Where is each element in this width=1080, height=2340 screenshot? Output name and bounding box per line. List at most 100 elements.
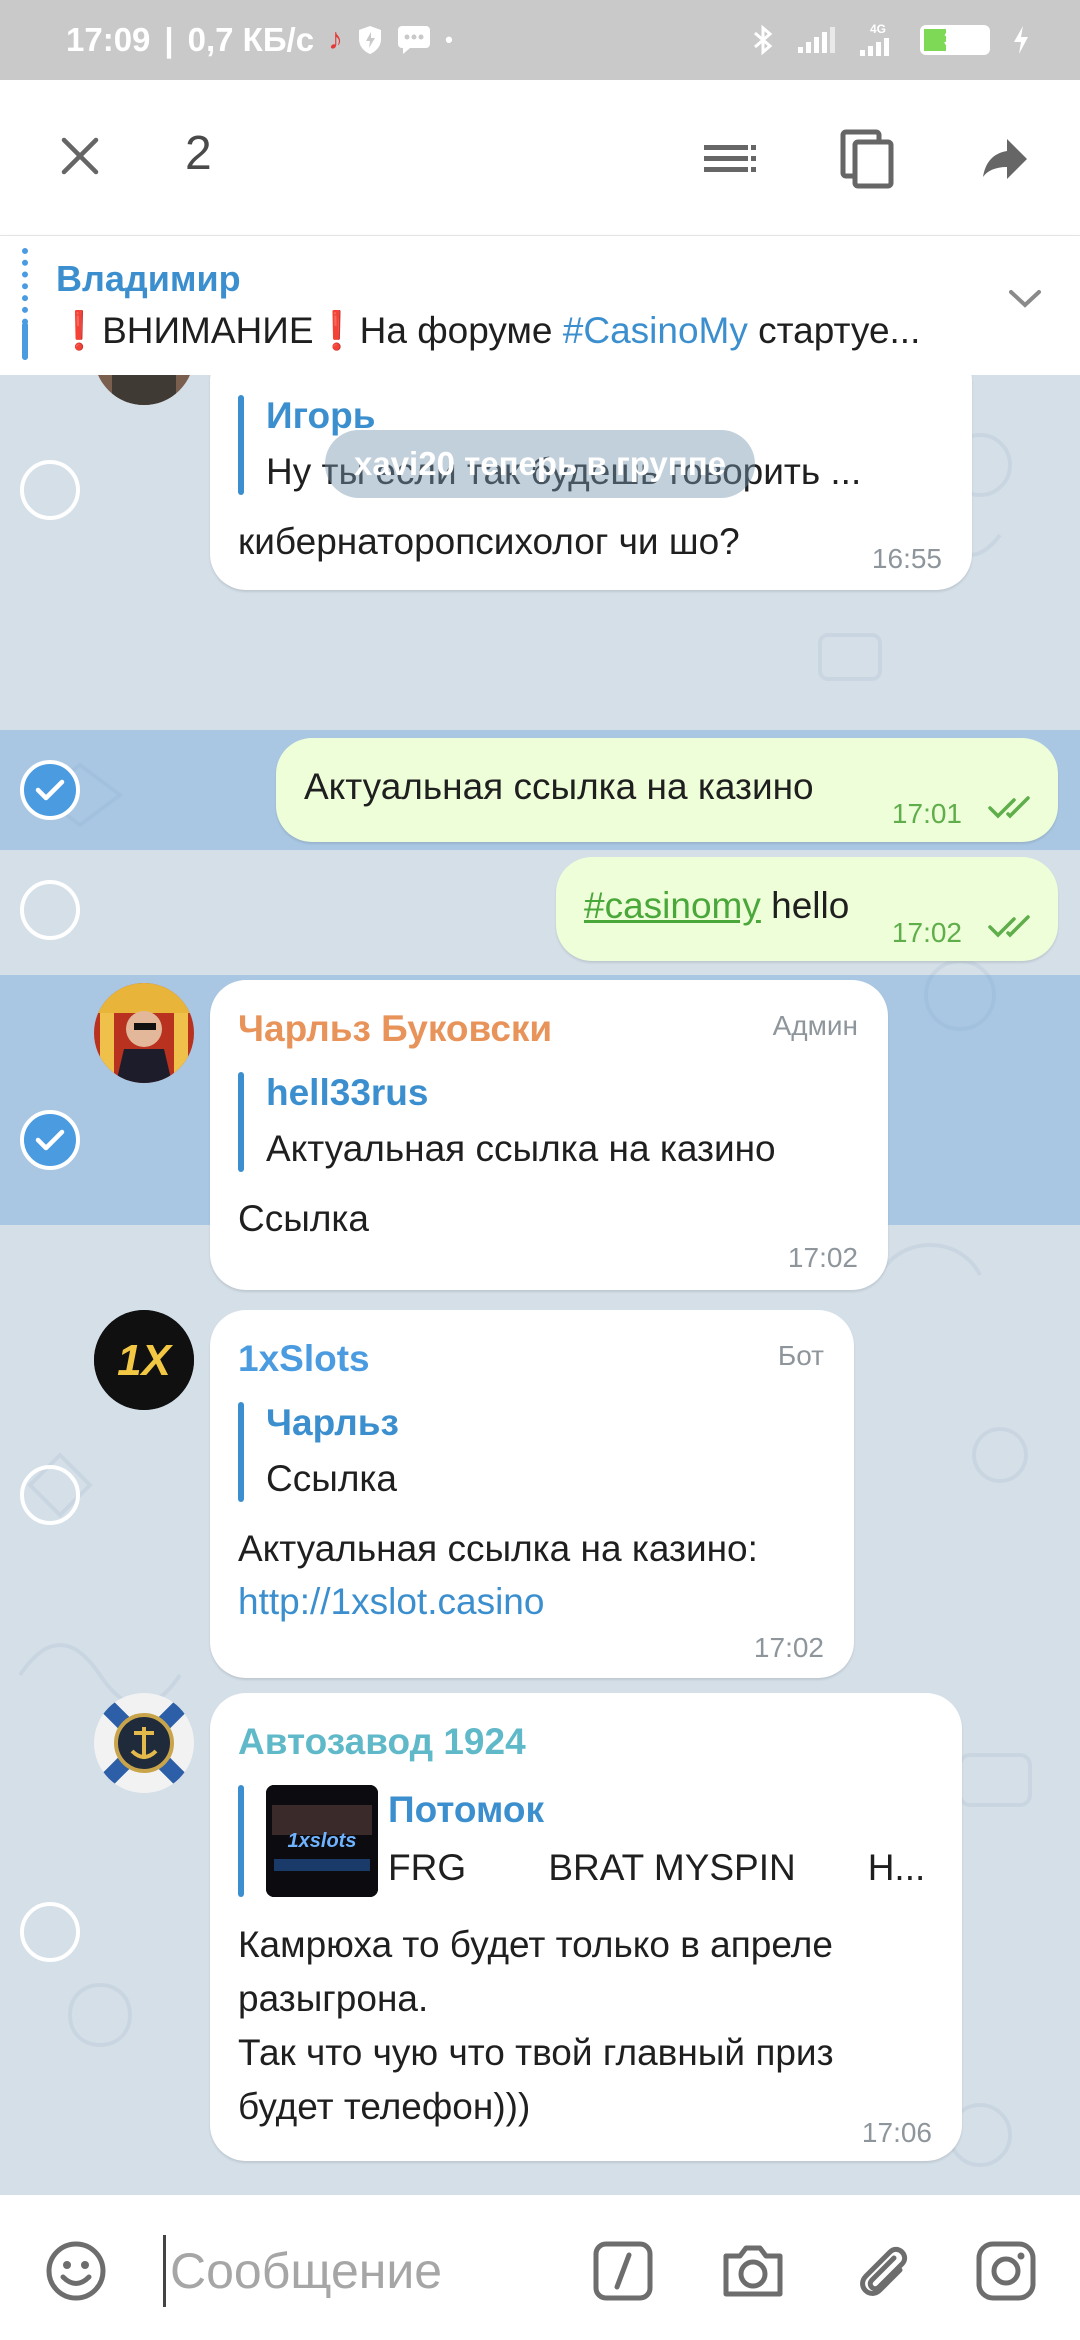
service-message: xavi20 теперь в группе [325,430,755,498]
reply-preview[interactable]: hell33rus Актуальная ссылка на казино [238,1072,858,1172]
reply-line [238,1072,244,1172]
message-text-line: будет телефон))) [238,2086,531,2127]
message-input[interactable]: Сообщение [163,2235,583,2307]
message-text-rest: hello [760,885,850,926]
bot-badge: Бот [777,1340,824,1371]
message-text-line: Так что чую что твой главный приз [238,2032,834,2073]
reply-line [238,395,244,495]
select-checkbox[interactable] [20,1465,80,1525]
select-checkbox-checked[interactable] [20,760,80,820]
instagram-button[interactable] [970,2235,1042,2307]
message-bubble[interactable]: Чарльз Буковски Админ hell33rus Актуальн… [210,980,888,1290]
message-text-line: Камрюха то будет только в апреле [238,1924,833,1965]
pinned-text: ❗ВНИМАНИЕ❗На форуме #CasinoMy стартуе... [56,310,976,353]
chat-area[interactable]: Игорь Ну ты если так будешь говорить ...… [0,375,1080,2195]
sender-name[interactable]: 1xSlots [238,1338,370,1380]
shield-icon [357,25,383,55]
copy-button[interactable] [832,124,902,194]
message-time: 17:01 [891,798,962,829]
reply-line [238,1402,244,1502]
battery-level: 35 [943,28,967,51]
message-time: 16:55 [871,543,942,574]
pinned-hashtag[interactable]: #CasinoMy [563,310,748,351]
select-text-button[interactable] [695,124,765,194]
pinned-text-prefix: ❗ВНИМАНИЕ❗На форуме [56,310,563,351]
read-ticks-icon [988,915,1030,938]
music-note-icon: ♪ [328,23,344,56]
camera-button[interactable] [717,2235,789,2307]
emoji-icon [46,2241,106,2301]
status-time: 17:09 [66,21,151,58]
reply-thumbnail: 1xslots [266,1785,378,1897]
reply-line [238,1785,244,1897]
selection-action-bar: 2 [0,80,1080,235]
dot-icon: • [445,27,453,52]
charging-icon [1012,25,1030,55]
message-link[interactable]: http://1xslot.casino [238,1575,544,1629]
reply-text: Ссылка [266,1458,397,1499]
select-checkbox-checked[interactable] [20,1110,80,1170]
sender-name[interactable]: Чарльз Буковски [238,1008,552,1050]
message-text-line: разыгрона. [238,1978,429,2019]
reply-author: hell33rus [266,1072,429,1113]
copy-icon [840,129,894,189]
select-checkbox[interactable] [20,880,80,940]
bluetooth-icon [752,24,774,56]
message-text: Актуальная ссылка на казино [304,766,814,807]
forward-icon [983,139,1027,179]
emoji-button[interactable] [40,2235,112,2307]
bot-commands-button[interactable] [587,2235,659,2307]
message-input-bar: Сообщение [0,2195,1080,2340]
message-text: кибернаторопсихолог чи шо? [238,521,740,562]
chevron-down-icon [1009,290,1041,308]
thumbnail-caption: 1xslots [288,1830,357,1852]
checkmark-icon [35,779,65,801]
outgoing-message-bubble[interactable]: #casinomy hello 17:02 [556,857,1058,961]
paperclip-icon [860,2246,908,2296]
svg-text:1X: 1X [117,1336,173,1385]
avatar[interactable] [94,1693,194,1793]
attach-button[interactable] [847,2235,919,2307]
close-icon [61,137,99,175]
avatar[interactable] [94,983,194,1083]
close-selection-button[interactable] [48,124,112,188]
avatar[interactable]: 1X [94,1310,194,1410]
reply-text: Актуальная ссылка на казино [266,1128,776,1169]
message-text: Актуальная ссылка на казино: [238,1528,758,1569]
pinned-message[interactable]: Владимир ❗ВНИМАНИЕ❗На форуме #CasinoMy с… [0,235,1080,375]
network-type: 4G [869,22,886,36]
message-text: Ссылка [238,1198,369,1239]
chat-notification-icon [397,25,431,55]
message-bubble[interactable]: 1xSlots Бот Чарльз Ссылка Актуальная ссы… [210,1310,854,1678]
select-text-icon [704,145,756,172]
camera-icon [723,2245,783,2297]
sender-name[interactable]: Автозавод 1924 [238,1721,526,1763]
outgoing-message-bubble[interactable]: Актуальная ссылка на казино 17:01 [276,738,1058,842]
reply-preview[interactable]: Чарльз Ссылка [238,1402,818,1502]
reply-text: FRG BRAT MYSPIN H... [388,1847,926,1888]
forward-button[interactable] [970,124,1040,194]
message-time: 17:02 [891,917,962,948]
checkmark-icon [35,1129,65,1151]
pinned-indicator [22,248,28,360]
reply-preview[interactable]: 1xslots Потомок FRG BRAT MYSPIN H... [238,1785,928,1897]
pinned-text-suffix: стартуе... [747,310,921,351]
message-time: 17:06 [861,2117,932,2148]
message-hashtag[interactable]: #casinomy [584,885,761,926]
message-text: #casinomy hello [584,879,849,933]
status-speed: 0,7 КБ/с [187,21,315,58]
pinned-expand-button[interactable] [1008,288,1042,315]
message-time: 17:02 [787,1242,858,1273]
signal-icon [796,25,836,55]
reply-author: Потомок [388,1789,545,1830]
select-checkbox[interactable] [20,1902,80,1962]
message-time: 17:02 [753,1632,824,1663]
signal-4g-icon: 4G [858,23,898,57]
instagram-icon [976,2241,1036,2301]
select-checkbox[interactable] [20,460,80,520]
battery-icon: 35 [920,25,990,55]
admin-badge: Админ [772,1010,858,1041]
reply-author: Чарльз [266,1402,399,1443]
message-bubble[interactable]: Автозавод 1924 1xslots Потомок FRG BRAT … [210,1693,962,2161]
pinned-author: Владимир [56,258,241,299]
